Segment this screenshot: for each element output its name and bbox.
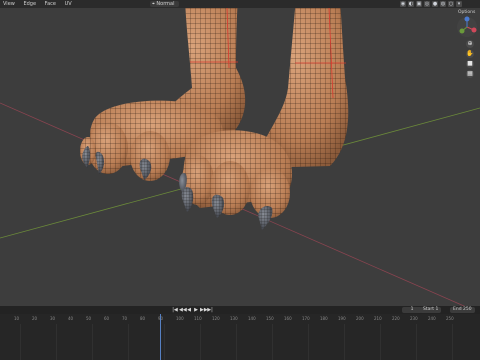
viewport-canvas (0, 8, 480, 306)
timeline-tracks[interactable] (0, 324, 480, 360)
frame-gridline (92, 324, 93, 360)
timeline-editor: |◀ ◀◀ ◀ ▶ ▶▶ ▶| 1 Start 1 End 250 10 20 … (0, 306, 480, 360)
ruler-tick: 210 (374, 316, 382, 321)
rendered-shading-icon[interactable]: ○ (448, 1, 454, 7)
jump-end-button[interactable]: ▶| (207, 307, 213, 313)
orientation-label: Normal (156, 1, 175, 7)
ruler-tick: 80 (140, 316, 146, 321)
shading-toolbar: ◉ ◐ ▣ ◎ ● ◍ ○ ▾ (400, 1, 462, 7)
jump-keyframe-back-button[interactable]: ◀◀ (179, 307, 187, 313)
playhead[interactable] (160, 314, 161, 360)
frame-gridline (20, 324, 21, 360)
current-frame-field[interactable]: 1 (402, 307, 422, 313)
frame-gridline (272, 324, 273, 360)
wireframe-shading-icon[interactable]: ◎ (424, 1, 430, 7)
ruler-tick: 10 (14, 316, 20, 321)
right-paw (182, 130, 293, 218)
transform-orientation-dropdown[interactable]: ⌖ Normal (150, 1, 179, 7)
menu-edge[interactable]: Edge (23, 1, 36, 7)
ruler-tick: 250 (446, 316, 454, 321)
ruler-tick: 60 (104, 316, 110, 321)
ruler-tick: 160 (284, 316, 292, 321)
visibility-icon[interactable]: ◉ (400, 1, 406, 7)
jump-start-button[interactable]: |◀ (172, 307, 178, 313)
shading-options-icon[interactable]: ▾ (456, 1, 462, 7)
start-frame-field[interactable]: Start 1 (420, 307, 442, 313)
play-reverse-button[interactable]: ◀ (186, 307, 192, 313)
end-frame-label: End (453, 307, 462, 312)
xray-icon[interactable]: ▣ (416, 1, 422, 7)
ruler-tick: 70 (122, 316, 128, 321)
frame-gridline (308, 324, 309, 360)
menu-uv[interactable]: UV (65, 1, 72, 7)
ruler-tick: 230 (410, 316, 418, 321)
3d-viewport[interactable] (0, 8, 480, 306)
ruler-tick: 100 (176, 316, 184, 321)
ruler-tick: 200 (356, 316, 364, 321)
frame-gridline (200, 324, 201, 360)
ruler-tick: 240 (428, 316, 436, 321)
end-frame-value: 250 (463, 307, 472, 312)
ruler-tick: 190 (338, 316, 346, 321)
pan-icon[interactable]: ✋ (466, 50, 474, 58)
ruler-tick: 20 (32, 316, 38, 321)
end-frame-field[interactable]: End 250 (450, 307, 475, 313)
start-frame-value: 1 (435, 307, 439, 312)
ruler-tick: 220 (392, 316, 400, 321)
menu-face[interactable]: Face (45, 1, 56, 7)
options-dropdown[interactable]: Options (458, 10, 475, 15)
frame-gridline (128, 324, 129, 360)
playback-controls: |◀ ◀◀ ◀ ▶ ▶▶ ▶| (172, 307, 213, 313)
frame-gridline (236, 324, 237, 360)
ruler-tick: 50 (86, 316, 92, 321)
overlay-icon[interactable]: ◐ (408, 1, 414, 7)
frame-gridline (56, 324, 57, 360)
frame-gridline (344, 324, 345, 360)
timeline-header: |◀ ◀◀ ◀ ▶ ▶▶ ▶| 1 Start 1 End 250 (0, 306, 480, 314)
menu-view[interactable]: View (3, 1, 15, 7)
ruler-tick: 180 (320, 316, 328, 321)
ruler-tick: 170 (302, 316, 310, 321)
material-shading-icon[interactable]: ◍ (440, 1, 446, 7)
ruler-tick: 30 (50, 316, 56, 321)
frame-gridline (416, 324, 417, 360)
header-menus: View Edge Face UV (0, 0, 76, 8)
start-frame-label: Start (423, 307, 434, 312)
frame-gridline (164, 324, 165, 360)
frame-ruler[interactable]: 10 20 30 40 50 60 70 80 90 100 110 120 1… (0, 314, 480, 324)
solid-shading-icon[interactable]: ● (432, 1, 438, 7)
frame-gridline (380, 324, 381, 360)
camera-icon[interactable]: ■ (466, 60, 474, 68)
ruler-tick: 130 (230, 316, 238, 321)
grid-icon[interactable]: ▦ (466, 70, 474, 78)
navigation-gizmo[interactable] (456, 16, 478, 38)
ruler-tick: 110 (194, 316, 202, 321)
frame-gridline (452, 324, 453, 360)
viewport-header: View Edge Face UV ⌖ Normal ◉ ◐ ▣ ◎ ● ◍ ○… (0, 0, 480, 8)
ruler-tick: 120 (212, 316, 220, 321)
ruler-tick: 140 (248, 316, 256, 321)
jump-keyframe-forward-button[interactable]: ▶▶ (200, 307, 208, 313)
play-button[interactable]: ▶ (193, 307, 199, 313)
ruler-tick: 150 (266, 316, 274, 321)
zoom-icon[interactable]: ⊕ (466, 40, 474, 48)
ruler-tick: 40 (68, 316, 74, 321)
